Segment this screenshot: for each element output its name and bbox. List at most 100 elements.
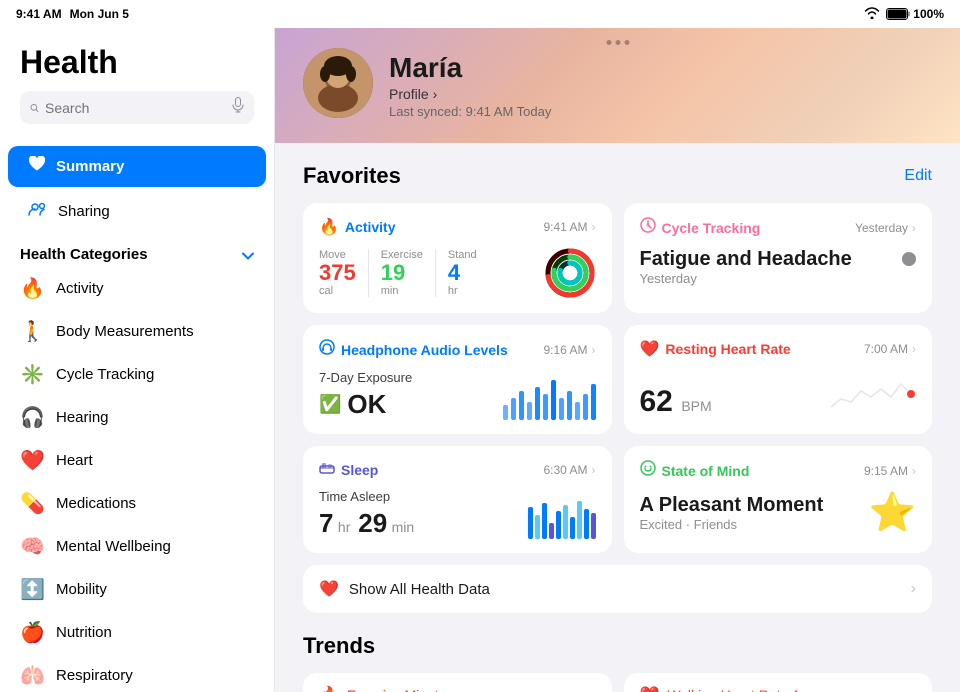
sidebar-item-nutrition[interactable]: 🍎 Nutrition [0, 611, 274, 654]
headphone-bar [535, 387, 540, 420]
cycle-symptom: Fatigue and Headache [640, 248, 852, 271]
battery-icon: 100% [886, 7, 944, 21]
search-icon [30, 101, 39, 115]
avatar-image [303, 48, 373, 118]
sleep-value-group: Time Asleep 7 hr 29 min [319, 489, 414, 539]
sidebar-item-sharing[interactable]: Sharing [8, 191, 266, 232]
mind-chevron-icon: › [912, 464, 916, 478]
activity-card-title: Activity [345, 219, 396, 235]
heart-rate-card-header: ❤️ Resting Heart Rate 7:00 AM › [640, 339, 917, 359]
cycle-tracking-card[interactable]: Cycle Tracking Yesterday › Fatigue and H… [624, 203, 933, 313]
sleep-bar [549, 523, 554, 539]
sleep-card-icon [319, 460, 335, 479]
trends-section: Trends 🔥 Exercise Minutes › ❤️ Walking H… [275, 625, 960, 692]
trends-title-row: Trends [303, 633, 932, 659]
categories-chevron-icon[interactable] [242, 247, 254, 263]
activity-icon: 🔥 [20, 276, 44, 301]
profile-avatar[interactable] [303, 48, 373, 118]
body-measurements-icon: 🚶 [20, 319, 44, 344]
edit-button[interactable]: Edit [904, 167, 932, 185]
exercise-stat: Exercise 19 min [381, 249, 436, 297]
sleep-chevron-icon: › [592, 463, 596, 477]
favorites-section: Favorites Edit 🔥 Activity 9:41 AM › [275, 143, 960, 565]
show-all-health-row[interactable]: ❤️ Show All Health Data › [303, 565, 932, 613]
headphone-bar [583, 394, 588, 420]
sidebar-item-mental-wellbeing[interactable]: 🧠 Mental Wellbeing [0, 525, 274, 568]
mind-title-row: State of Mind [640, 460, 750, 481]
sidebar-item-body-measurements[interactable]: 🚶 Body Measurements [0, 310, 274, 353]
headphone-bar [559, 398, 564, 420]
mind-star-icon: ⭐ [869, 491, 916, 535]
sidebar-item-medications[interactable]: 💊 Medications [0, 482, 274, 525]
search-input[interactable] [45, 100, 226, 116]
show-all-text: Show All Health Data [349, 581, 901, 598]
cycle-symptom-group: Fatigue and Headache Yesterday [640, 248, 852, 286]
body-measurements-label: Body Measurements [56, 323, 194, 340]
trend-exercise-minutes[interactable]: 🔥 Exercise Minutes › [303, 673, 612, 692]
trend-heart-chevron-icon: › [912, 688, 916, 692]
mind-value-group: A Pleasant Moment Excited · Friends [640, 494, 824, 532]
mind-content: A Pleasant Moment Excited · Friends ⭐ [640, 491, 917, 535]
show-all-chevron-icon: › [911, 580, 916, 598]
trend-exercise-label: Exercise Minutes [347, 687, 454, 692]
mind-sub: Excited · Friends [640, 517, 824, 532]
sleep-bar [577, 501, 582, 539]
nutrition-icon: 🍎 [20, 620, 44, 645]
exercise-value: 19 [381, 261, 423, 285]
show-all-icon: ❤️ [319, 579, 339, 599]
mind-card-header: State of Mind 9:15 AM › [640, 460, 917, 481]
profile-info: María Profile › Last synced: 9:41 AM Tod… [389, 48, 551, 119]
heart-nav-icon [28, 156, 46, 177]
ok-row: ✅ OK [319, 389, 412, 420]
respiratory-icon: 🫁 [20, 663, 44, 688]
move-value: 375 [319, 261, 356, 285]
trends-items: 🔥 Exercise Minutes › ❤️ Walking Heart Ra… [303, 673, 932, 692]
status-right: 100% [864, 7, 944, 22]
profile-link[interactable]: Profile › [389, 86, 551, 102]
trend-walking-heart-rate[interactable]: ❤️ Walking Heart Rate Average › [624, 673, 933, 692]
hearing-icon: 🎧 [20, 405, 44, 430]
sleep-card[interactable]: Sleep 6:30 AM › Time Asleep 7 hr [303, 446, 612, 553]
state-of-mind-card[interactable]: State of Mind 9:15 AM › A Pleasant Momen… [624, 446, 933, 553]
search-bar[interactable] [20, 91, 254, 124]
app-container: Health [0, 28, 960, 692]
sidebar-item-cycle-tracking[interactable]: ✳️ Cycle Tracking [0, 353, 274, 396]
sleep-bar [563, 505, 568, 539]
cycle-chevron-icon: › [912, 221, 916, 235]
sidebar-item-respiratory[interactable]: 🫁 Respiratory [0, 654, 274, 692]
sleep-bar [542, 503, 547, 539]
move-unit: cal [319, 285, 356, 297]
heart-rate-card[interactable]: ❤️ Resting Heart Rate 7:00 AM › 62 BPM [624, 325, 933, 434]
headphone-bar [503, 405, 508, 420]
sleep-bar [570, 517, 575, 539]
trend-heart-label: Walking Heart Rate Average [667, 687, 843, 692]
sharing-icon [28, 201, 48, 222]
status-left: 9:41 AM Mon Jun 5 [16, 7, 129, 21]
cycle-date: Yesterday [640, 271, 852, 286]
ok-check-icon: ✅ [319, 394, 341, 415]
sidebar-item-summary[interactable]: Summary [8, 146, 266, 187]
activity-chevron-icon: › [592, 220, 596, 234]
microphone-icon [232, 97, 244, 118]
sidebar-title: Health [20, 44, 254, 81]
sidebar-item-mobility[interactable]: ↕️ Mobility [0, 568, 274, 611]
activity-card[interactable]: 🔥 Activity 9:41 AM › Move 375 cal [303, 203, 612, 313]
headphone-exposure-label: 7-Day Exposure [319, 370, 412, 385]
heart-rate-chart [826, 369, 916, 419]
headphone-card[interactable]: Headphone Audio Levels 9:16 AM › 7-Day E… [303, 325, 612, 434]
health-categories-header: Health Categories [0, 234, 274, 267]
headphone-bar-chart [503, 380, 596, 420]
sidebar-item-activity[interactable]: 🔥 Activity [0, 267, 274, 310]
health-categories-title: Health Categories [20, 246, 148, 263]
exercise-unit: min [381, 285, 423, 297]
sleep-minutes: 29 [358, 508, 387, 538]
sidebar-item-hearing[interactable]: 🎧 Hearing [0, 396, 274, 439]
sleep-bar-chart [528, 499, 596, 539]
activity-label: Activity [56, 280, 104, 297]
nutrition-label: Nutrition [56, 624, 112, 641]
sleep-bar [584, 509, 589, 539]
sleep-hours: 7 [319, 508, 333, 538]
headphone-content: 7-Day Exposure ✅ OK [319, 370, 596, 420]
mobility-label: Mobility [56, 581, 107, 598]
sidebar-item-heart[interactable]: ❤️ Heart [0, 439, 274, 482]
